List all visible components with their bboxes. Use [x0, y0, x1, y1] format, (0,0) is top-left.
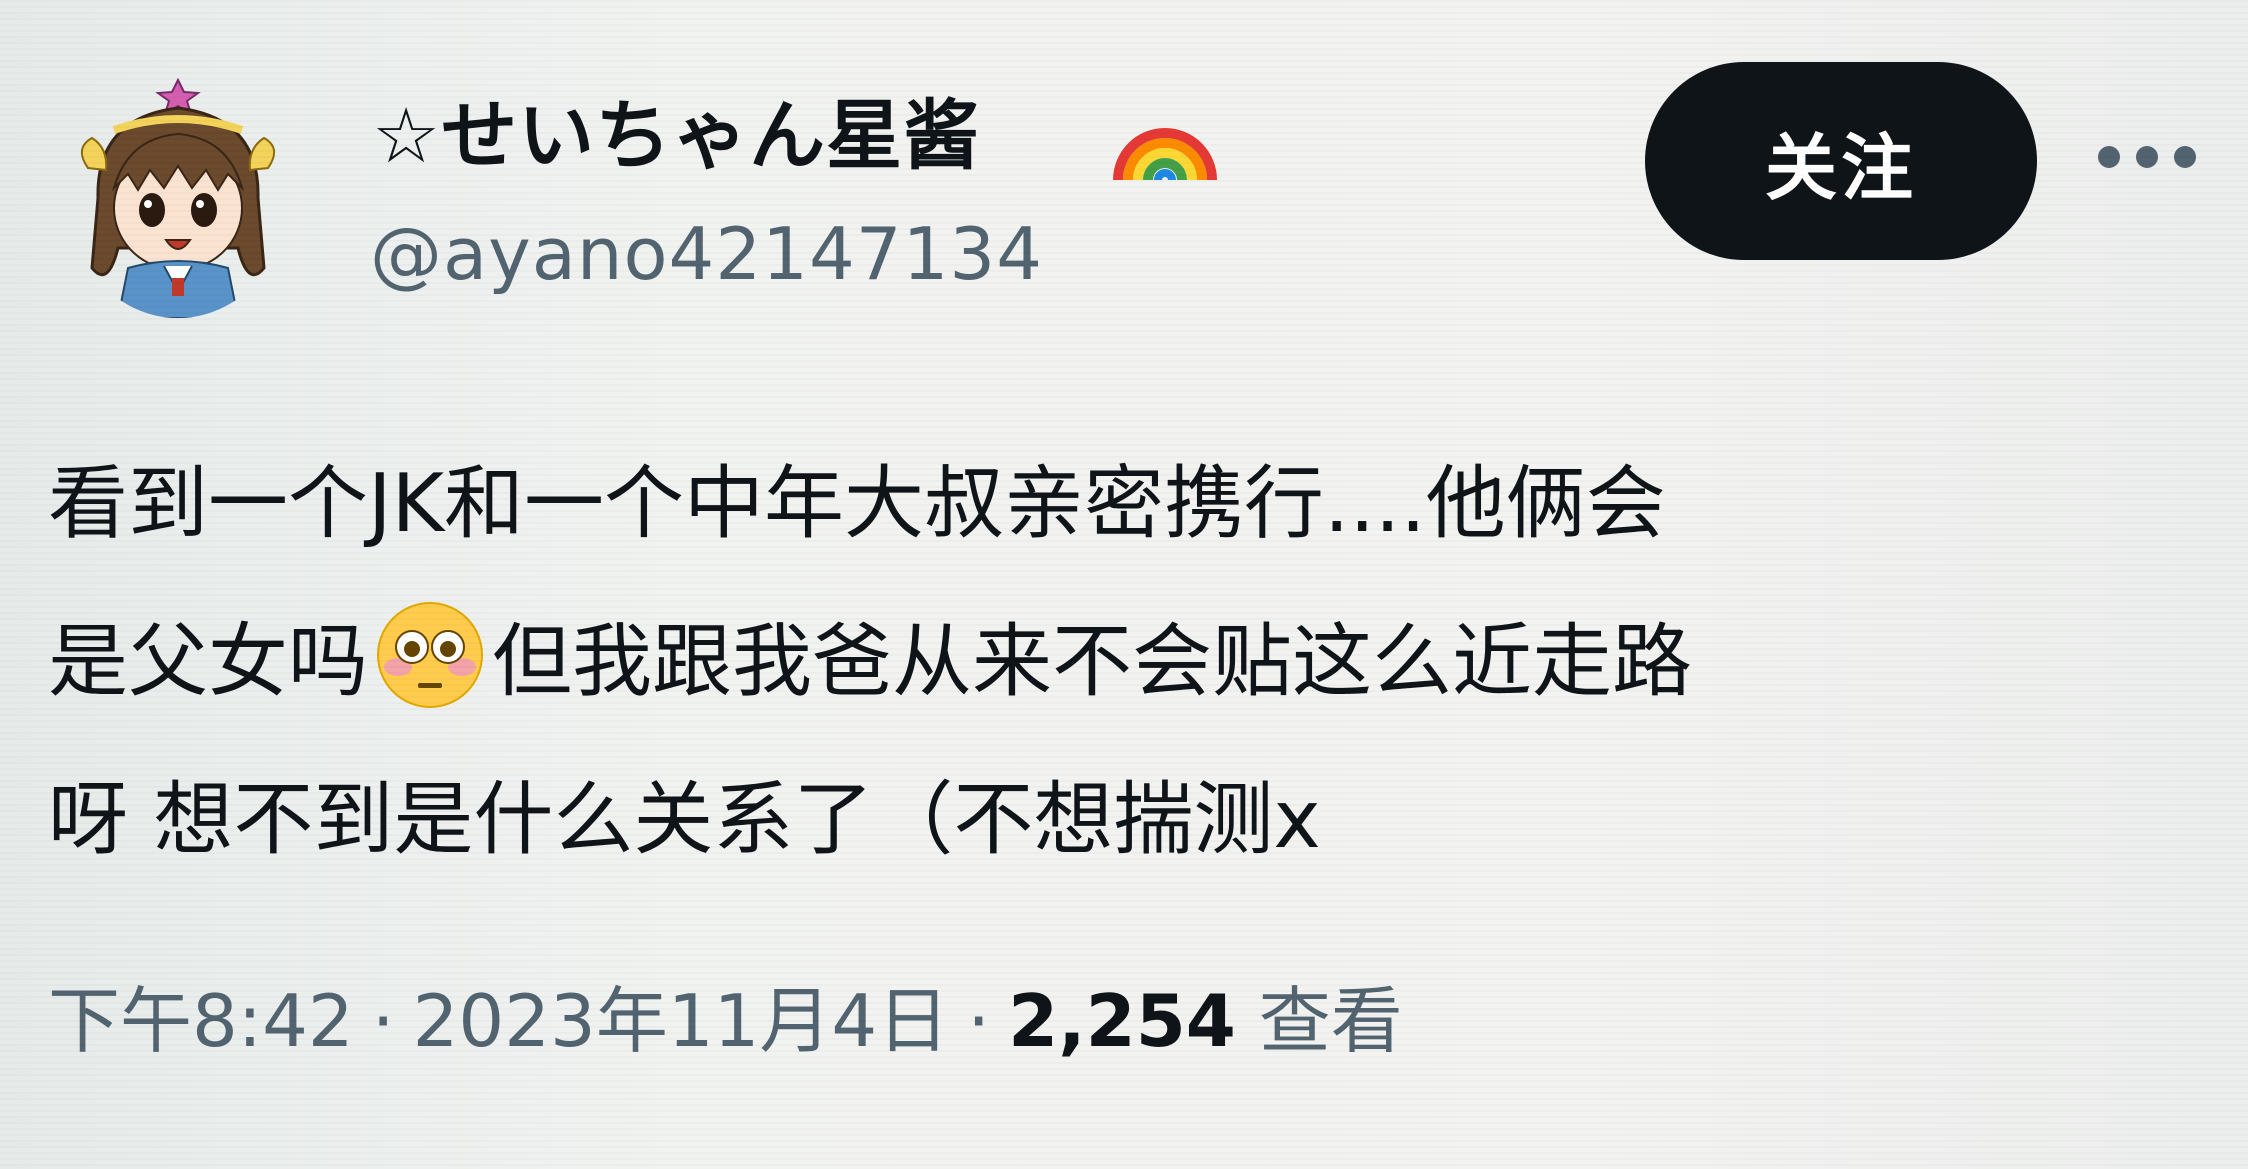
- user-avatar[interactable]: [68, 78, 288, 318]
- tweet-body: 看到一个JK和一个中年大叔亲密携行....他俩会 是父女吗 但我跟我爸从来不会贴…: [48, 425, 2218, 899]
- tweet-detail-screen: ☆せいちゃん星酱 @ayano42147134 关注 看到一个JK和一个中年大叔…: [0, 0, 2248, 1169]
- separator: ·: [967, 979, 991, 1063]
- tweet-date[interactable]: 2023年11月4日: [413, 979, 950, 1063]
- dot-icon: [2174, 146, 2196, 168]
- dot-icon: [2098, 146, 2120, 168]
- more-options-icon[interactable]: [2098, 142, 2196, 172]
- tweet-line-2: 是父女吗 但我跟我爸从来不会贴这么近走路: [48, 583, 2218, 741]
- tweet-text-segment: 是父女吗: [48, 615, 368, 708]
- views-label: 查看: [1258, 979, 1403, 1063]
- user-handle[interactable]: @ayano42147134: [370, 218, 1043, 290]
- flushed-face-icon: [377, 602, 483, 708]
- follow-button[interactable]: 关注: [1645, 62, 2037, 260]
- separator: ·: [371, 979, 395, 1063]
- tweet-text-segment: 但我跟我爸从来不会贴这么近走路: [492, 615, 1692, 708]
- rainbow-icon: [1113, 128, 1217, 181]
- tweet-line-3: 呀 想不到是什么关系了（不想揣测x: [48, 773, 1321, 866]
- tweet-metadata: 下午8:42 · 2023年11月4日 · 2,254 查看: [48, 985, 1403, 1057]
- display-name[interactable]: ☆せいちゃん星酱: [372, 98, 980, 174]
- views-count[interactable]: 2,254: [1008, 979, 1236, 1063]
- tweet-time[interactable]: 下午8:42: [48, 979, 354, 1063]
- tweet-line-1: 看到一个JK和一个中年大叔亲密携行....他俩会: [48, 457, 1666, 550]
- dot-icon: [2136, 146, 2158, 168]
